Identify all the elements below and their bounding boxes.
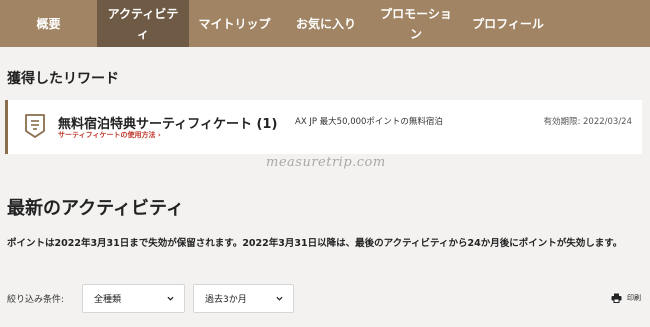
chevron-down-icon	[167, 296, 174, 301]
watermark: measuretrip.com	[266, 155, 386, 170]
type-filter-select[interactable]: 全種類	[82, 284, 185, 313]
main-nav: 概要 アクティビテ ィ マイトリップ お気に入り プロモーショ ン プロフィール	[0, 0, 650, 47]
nav-tab-promotions[interactable]: プロモーショ ン	[372, 0, 460, 47]
filter-label: 絞り込み条件:	[7, 295, 65, 305]
nav-tab-activity[interactable]: アクティビテ ィ	[97, 0, 189, 47]
reward-expiry: 有効期限: 2022/03/24	[543, 117, 632, 127]
nav-tab-label: ィ	[136, 26, 149, 41]
print-label: 印刷	[627, 294, 641, 302]
certificate-usage-link[interactable]: サーティフィケートの使用方法 ›	[58, 130, 161, 140]
nav-tab-profile[interactable]: プロフィール	[460, 0, 556, 47]
period-filter-value: 過去3か月	[205, 295, 247, 305]
nav-tab-label: アクティビテ	[107, 6, 179, 21]
nav-tab-label: 概要	[36, 16, 61, 31]
reward-description: AX JP 最大50,000ポイントの無料宿泊	[295, 117, 443, 127]
activity-heading: 最新のアクティビティ	[7, 198, 184, 219]
type-filter-value: 全種類	[94, 295, 122, 305]
nav-tab-label: プロモーショ	[380, 6, 452, 21]
nav-tab-label: プロフィール	[472, 16, 544, 31]
nav-tab-label: お気に入り	[295, 16, 356, 31]
print-button[interactable]: 印刷	[611, 293, 641, 303]
rewards-heading: 獲得したリワード	[7, 71, 119, 87]
nav-tab-my-trips[interactable]: マイトリップ	[189, 0, 280, 47]
expiry-notice: ポイントは2022年3月31日まで失効が保留されます。2022年3月31日以降は…	[7, 238, 623, 249]
chevron-down-icon	[276, 296, 283, 301]
nav-tab-overview[interactable]: 概要	[0, 0, 97, 47]
reward-card: 無料宿泊特典サーティフィケート (1) サーティフィケートの使用方法 › AX …	[5, 100, 642, 154]
nav-tab-favorites[interactable]: お気に入り	[280, 0, 372, 47]
nav-tab-label: ン	[409, 26, 422, 41]
period-filter-select[interactable]: 過去3か月	[193, 284, 294, 313]
certificate-icon	[25, 114, 45, 138]
nav-tab-label: マイトリップ	[198, 16, 271, 31]
printer-icon	[611, 293, 622, 303]
